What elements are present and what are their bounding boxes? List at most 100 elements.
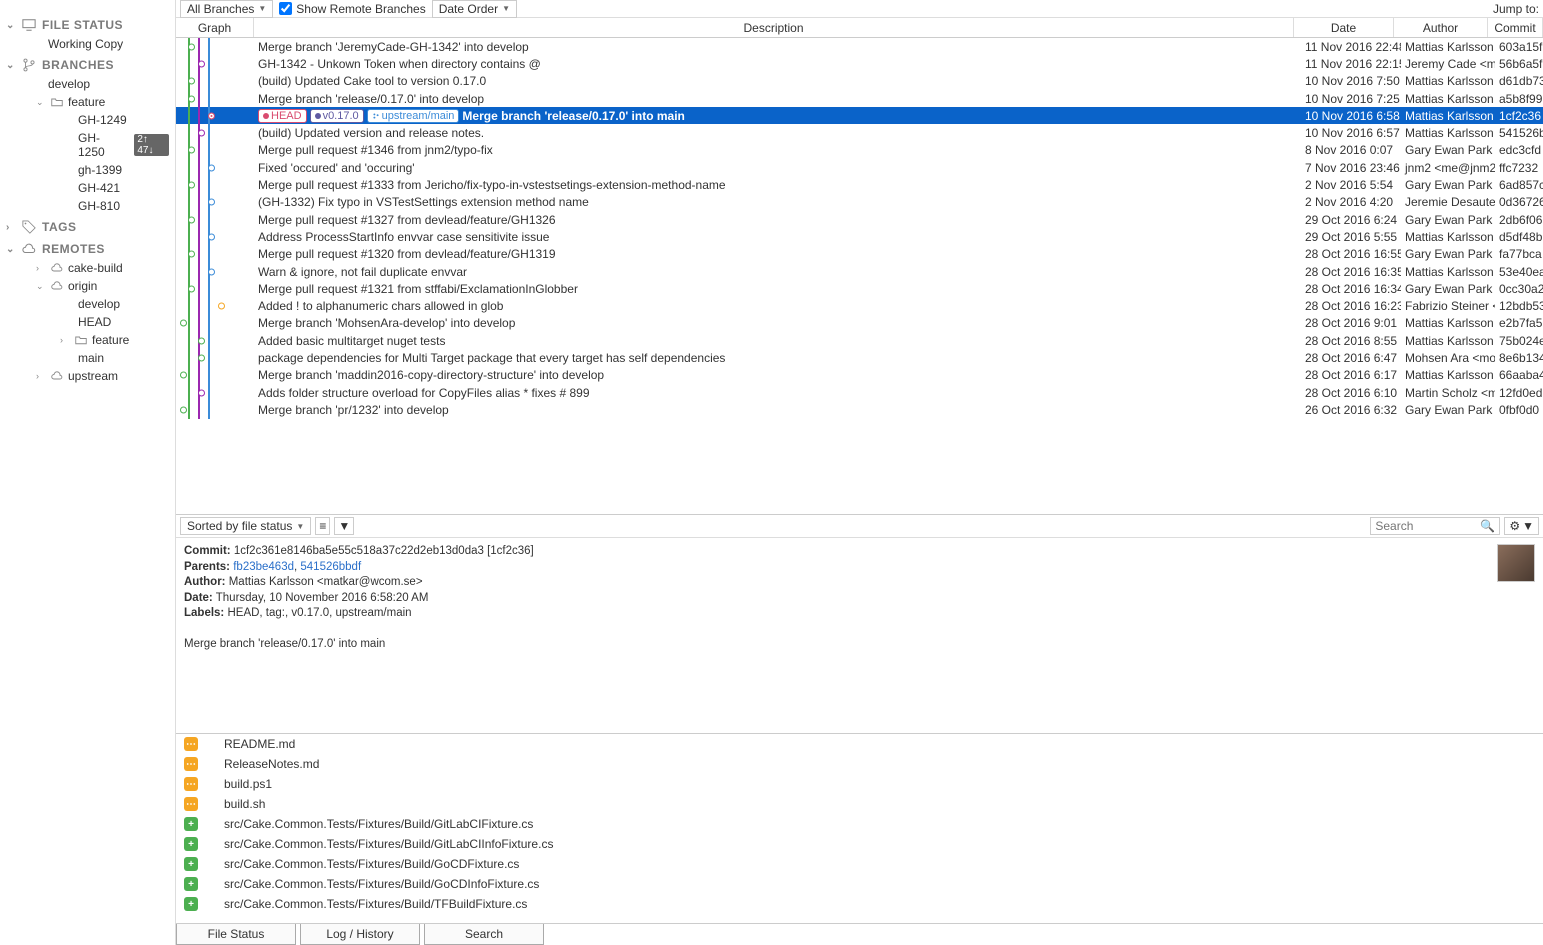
file-row[interactable]: ⋯ README.md [176,734,1543,754]
commit-row[interactable]: (build) Updated Cake tool to version 0.1… [176,73,1543,90]
remote-upstream[interactable]: › upstream [0,367,175,385]
commit-row[interactable]: Adds folder structure overload for CopyF… [176,384,1543,401]
section-tags[interactable]: › TAGS [0,217,175,237]
commit-hash: 0d36726 [1495,195,1543,209]
col-description[interactable]: Description [254,18,1294,37]
commit-hash: 603a15f [1495,40,1543,54]
branch-gh-421[interactable]: GH-421 [0,179,175,197]
settings-button[interactable]: ⚙ ▼ [1504,517,1539,535]
commit-date: 8 Nov 2016 0:07 [1301,143,1401,157]
file-row[interactable]: ⋯ReleaseNotes.md [176,754,1543,774]
commit-row[interactable]: (build) Updated version and release note… [176,124,1543,141]
commit-row[interactable]: HEADv0.17.0upstream/mainMerge branch 're… [176,107,1543,124]
commit-description: Fixed 'occured' and 'occuring' [254,161,1301,175]
col-commit[interactable]: Commit [1488,18,1543,37]
file-row[interactable]: +src/Cake.Common.Tests/Fixtures/Build/Go… [176,874,1543,894]
commit-row[interactable]: Address ProcessStartInfo envvar case sen… [176,228,1543,245]
sort-dropdown[interactable]: Sorted by file status▼ [180,517,311,535]
branch-develop[interactable]: develop [0,75,175,93]
tab-log-history[interactable]: Log / History [300,924,420,945]
show-remote-checkbox[interactable]: Show Remote Branches [279,2,425,16]
commit-row[interactable]: package dependencies for Multi Target pa… [176,349,1543,366]
view-mode-button[interactable]: ≡ [315,517,330,535]
commit-message: Merge branch 'release/0.17.0' into main [184,637,1489,653]
section-remotes[interactable]: ⌄ REMOTES [0,239,175,259]
commit-date: 28 Oct 2016 6:17 [1301,368,1401,382]
toolbar: All Branches▼ Show Remote Branches Date … [176,0,1543,18]
commit-date: 29 Oct 2016 6:24 [1301,213,1401,227]
remote-origin-main[interactable]: main [0,349,175,367]
commit-row[interactable]: Added basic multitarget nuget tests28 Oc… [176,332,1543,349]
graph-cell [176,297,254,314]
tab-file-status[interactable]: File Status [176,924,296,945]
branch-gh-810[interactable]: GH-810 [0,197,175,215]
col-date[interactable]: Date [1294,18,1394,37]
branches-filter-dropdown[interactable]: All Branches▼ [180,0,273,18]
date-order-dropdown[interactable]: Date Order▼ [432,0,517,18]
chevron-down-icon: ⌄ [36,97,44,108]
file-row[interactable]: +src/Cake.Common.Tests/Fixtures/Build/Gi… [176,834,1543,854]
tab-search[interactable]: Search [424,924,544,945]
commit-description: Merge pull request #1327 from devlead/fe… [254,213,1301,227]
col-graph[interactable]: Graph [176,18,254,37]
file-row[interactable]: ⋯build.sh [176,794,1543,814]
commit-row[interactable]: Merge branch 'JeremyCade-GH-1342' into d… [176,38,1543,55]
commit-row[interactable]: GH-1342 - Unkown Token when directory co… [176,55,1543,72]
show-remote-input[interactable] [279,2,292,15]
commit-row[interactable]: Merge pull request #1327 from devlead/fe… [176,211,1543,228]
commit-author: Gary Ewan Park <g [1401,178,1495,192]
branch-feature[interactable]: ⌄ feature [0,93,175,111]
commit-row[interactable]: (GH-1332) Fix typo in VSTestSettings ext… [176,194,1543,211]
branch-gh-1399[interactable]: gh-1399 [0,161,175,179]
remote-origin-feature[interactable]: › feature [0,331,175,349]
commit-author: Gary Ewan Park <g [1401,143,1495,157]
commit-row[interactable]: Merge pull request #1321 from stffabi/Ex… [176,280,1543,297]
commit-row[interactable]: Added ! to alphanumeric chars allowed in… [176,297,1543,314]
file-row[interactable]: ⋯build.ps1 [176,774,1543,794]
commit-row[interactable]: Merge pull request #1346 from jnm2/typo-… [176,142,1543,159]
cloud-icon [51,370,63,382]
file-row[interactable]: +src/Cake.Common.Tests/Fixtures/Build/Gi… [176,814,1543,834]
commit-description: Merge branch 'release/0.17.0' into devel… [254,92,1301,106]
remote-origin-develop[interactable]: develop [0,295,175,313]
remote-origin[interactable]: ⌄ origin [0,277,175,295]
view-mode-caret[interactable]: ▼ [334,517,354,535]
caret-down-icon: ▼ [258,4,266,13]
section-label: REMOTES [42,242,105,256]
commit-list[interactable]: Merge branch 'JeremyCade-GH-1342' into d… [176,38,1543,514]
file-list[interactable]: ⋯ README.md ⋯ReleaseNotes.md⋯build.ps1⋯bui… [176,733,1543,923]
parent-link[interactable]: 541526bbdf [300,561,361,573]
section-branches[interactable]: ⌄ BRANCHES [0,55,175,75]
chevron-right-icon: › [36,371,44,381]
remote-cake-build[interactable]: › cake-build [0,259,175,277]
graph-cell [176,315,254,332]
section-label: FILE STATUS [42,18,123,32]
commit-row[interactable]: Merge branch 'MohsenAra-develop' into de… [176,315,1543,332]
commit-row[interactable]: Fixed 'occured' and 'occuring'7 Nov 2016… [176,159,1543,176]
search-box[interactable]: 🔍 [1370,517,1500,535]
commit-row[interactable]: Merge branch 'pr/1232' into develop26 Oc… [176,401,1543,418]
commit-row[interactable]: Merge pull request #1320 from devlead/fe… [176,246,1543,263]
commit-row[interactable]: Merge pull request #1333 from Jericho/fi… [176,176,1543,193]
parent-link[interactable]: fb23be463d [233,561,294,573]
sidebar-working-copy[interactable]: Working Copy [0,35,175,53]
branch-gh-1250[interactable]: GH-12502↑ 47↓ [0,129,175,161]
commit-description: GH-1342 - Unkown Token when directory co… [254,57,1301,71]
file-name: README.md [224,737,295,751]
added-icon: + [184,837,198,851]
file-row[interactable]: +src/Cake.Common.Tests/Fixtures/Build/Go… [176,854,1543,874]
search-input[interactable] [1375,519,1480,533]
commit-row[interactable]: Warn & ignore, not fail duplicate envvar… [176,263,1543,280]
file-row[interactable]: +src/Cake.Common.Tests/Fixtures/Build/TF… [176,894,1543,914]
section-file-status[interactable]: ⌄ FILE STATUS [0,15,175,35]
commit-row[interactable]: Merge branch 'maddin2016-copy-directory-… [176,367,1543,384]
commit-date: 10 Nov 2016 7:50 [1301,74,1401,88]
commit-row[interactable]: Merge branch 'release/0.17.0' into devel… [176,90,1543,107]
branch-gh-1249[interactable]: GH-1249 [0,111,175,129]
graph-cell [176,263,254,280]
remote-origin-head[interactable]: HEAD [0,313,175,331]
col-author[interactable]: Author [1394,18,1488,37]
commit-hash: d5df48b [1495,230,1543,244]
modified-icon: ⋯ [184,737,198,751]
added-icon: + [184,877,198,891]
